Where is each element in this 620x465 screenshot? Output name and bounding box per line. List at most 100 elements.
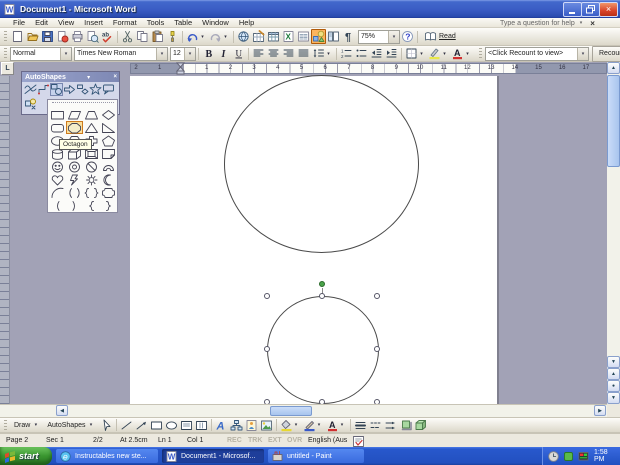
menu-tools[interactable]: Tools [142, 18, 170, 27]
print-button[interactable] [70, 29, 85, 44]
style-combo[interactable]: Normal ▾ [10, 46, 72, 61]
vertical-scrollbar-thumb[interactable] [607, 75, 620, 167]
double-bracket-shape-button[interactable] [66, 186, 83, 199]
fill-color-button[interactable]: ▾ [279, 418, 302, 433]
line-color-button[interactable]: ▾ [302, 418, 325, 433]
status-trk[interactable]: TRK [248, 437, 262, 444]
lines-button[interactable] [24, 83, 37, 96]
lightning-bolt-shape-button[interactable] [66, 173, 83, 186]
taskbar-task-document1[interactable]: W Document1 - Microsof... [162, 449, 264, 463]
question-dropdown-arrow[interactable]: ▾ [580, 20, 583, 26]
status-ovr[interactable]: OVR [287, 437, 302, 444]
document-map-button[interactable] [326, 29, 341, 44]
oval-shape-selected[interactable] [267, 296, 379, 404]
autoshapes-dropdown-arrow[interactable]: ▾ [88, 422, 95, 428]
fill-color-dropdown-arrow[interactable]: ▾ [293, 422, 300, 428]
italic-button[interactable]: I [216, 46, 231, 61]
format-painter-button[interactable] [165, 29, 180, 44]
autoshapes-menu-button[interactable]: AutoShapes ▾ [43, 418, 98, 432]
paste-button[interactable] [150, 29, 165, 44]
rotation-handle[interactable] [319, 281, 325, 287]
font-color-button[interactable]: A ▾ [325, 418, 348, 433]
drawing-button[interactable] [311, 29, 326, 44]
status-ext[interactable]: EXT [268, 437, 282, 444]
task-label[interactable]: Instructables new ste... [75, 453, 147, 460]
word-count-combo[interactable]: <Click Recount to view> ▾ [485, 46, 589, 61]
menu-format[interactable]: Format [108, 18, 142, 27]
recount-button[interactable]: Recount [592, 45, 620, 62]
task-label[interactable]: untitled - Paint [287, 453, 332, 460]
tray-display-icon[interactable] [577, 450, 590, 463]
font-color-dropdown-arrow[interactable]: ▾ [464, 51, 471, 57]
toolbar-grip[interactable] [479, 48, 482, 59]
resize-handle-top[interactable] [319, 293, 325, 299]
draw-label[interactable]: Draw [14, 422, 30, 429]
dash-style-button[interactable] [368, 418, 383, 433]
rectangle-shape-button[interactable] [49, 108, 66, 121]
restore-button[interactable] [581, 2, 600, 17]
underline-button[interactable]: U [231, 46, 246, 61]
font-size-combo[interactable]: 12 ▾ [170, 46, 196, 61]
cut-button[interactable] [120, 29, 135, 44]
right-brace-shape-button[interactable] [100, 199, 117, 212]
moon-shape-button[interactable] [100, 173, 117, 186]
resize-handle-right[interactable] [374, 346, 380, 352]
read-button[interactable]: Read [420, 29, 460, 44]
toolbar-grip[interactable] [4, 31, 7, 42]
font-color-button[interactable]: A ▾ [450, 46, 473, 61]
insert-diagram-button[interactable] [229, 418, 244, 433]
font-dropdown-arrow[interactable]: ▾ [156, 47, 167, 60]
previous-page-icon[interactable]: ▲ [607, 368, 620, 380]
taskbar-task-paint[interactable]: untitled - Paint [268, 449, 364, 463]
diamond-shape-button[interactable] [100, 108, 117, 121]
rectangle-button[interactable] [149, 418, 164, 433]
font-size-value[interactable]: 12 [173, 50, 181, 57]
donut-shape-button[interactable] [66, 160, 83, 173]
zoom-value[interactable]: 75% [361, 33, 375, 40]
taskbar-clock[interactable]: 1:58 PM [594, 449, 620, 463]
print-preview-button[interactable] [85, 29, 100, 44]
resize-handle-top-left[interactable] [264, 293, 270, 299]
new-document-button[interactable] [10, 29, 25, 44]
horizontal-scrollbar-thumb[interactable] [270, 406, 312, 416]
help-button[interactable]: ? [400, 29, 415, 44]
highlight-button[interactable]: ▾ [427, 46, 450, 61]
left-brace-shape-button[interactable] [83, 199, 100, 212]
insert-excel-worksheet-button[interactable]: X [281, 29, 296, 44]
tables-and-borders-button[interactable] [251, 29, 266, 44]
align-left-button[interactable] [251, 46, 266, 61]
insert-picture-button[interactable] [259, 418, 274, 433]
line-spacing-dropdown-arrow[interactable]: ▾ [325, 51, 332, 57]
insert-clip-art-button[interactable] [244, 418, 259, 433]
autoshapes-palette-titlebar[interactable]: AutoShapes ▾ × [22, 72, 119, 82]
menu-view[interactable]: View [53, 18, 79, 27]
undo-button[interactable]: ▾ [185, 29, 208, 44]
stars-banners-button[interactable] [89, 83, 102, 96]
menu-table[interactable]: Table [169, 18, 197, 27]
vertical-ruler[interactable] [0, 76, 10, 404]
copy-button[interactable] [135, 29, 150, 44]
insert-hyperlink-button[interactable] [236, 29, 251, 44]
sun-shape-button[interactable] [83, 173, 100, 186]
task-label[interactable]: Document1 - Microsof... [181, 453, 255, 460]
font-size-dropdown-arrow[interactable]: ▾ [184, 47, 195, 60]
minimize-button[interactable] [563, 2, 582, 17]
line-style-button[interactable] [353, 418, 368, 433]
isosceles-triangle-shape-button[interactable] [83, 121, 100, 134]
arrow-button[interactable] [134, 418, 149, 433]
open-button[interactable] [25, 29, 40, 44]
shadow-style-button[interactable] [398, 418, 413, 433]
autoshapes-label[interactable]: AutoShapes [47, 422, 85, 429]
columns-button[interactable] [296, 29, 311, 44]
scroll-left-icon[interactable]: ◀ [56, 405, 68, 416]
smiley-face-shape-button[interactable] [49, 160, 66, 173]
select-browse-object-icon[interactable]: ● [607, 380, 620, 392]
undo-dropdown-arrow[interactable]: ▾ [199, 34, 206, 40]
select-objects-button[interactable] [99, 418, 114, 433]
tray-clock-icon[interactable] [547, 450, 560, 463]
highlight-dropdown-arrow[interactable]: ▾ [441, 51, 448, 57]
start-button[interactable]: start [0, 447, 52, 465]
draw-dropdown-arrow[interactable]: ▾ [32, 422, 39, 428]
rounded-rectangle-shape-button[interactable] [49, 121, 66, 134]
word-count-value[interactable]: <Click Recount to view> [488, 50, 563, 57]
